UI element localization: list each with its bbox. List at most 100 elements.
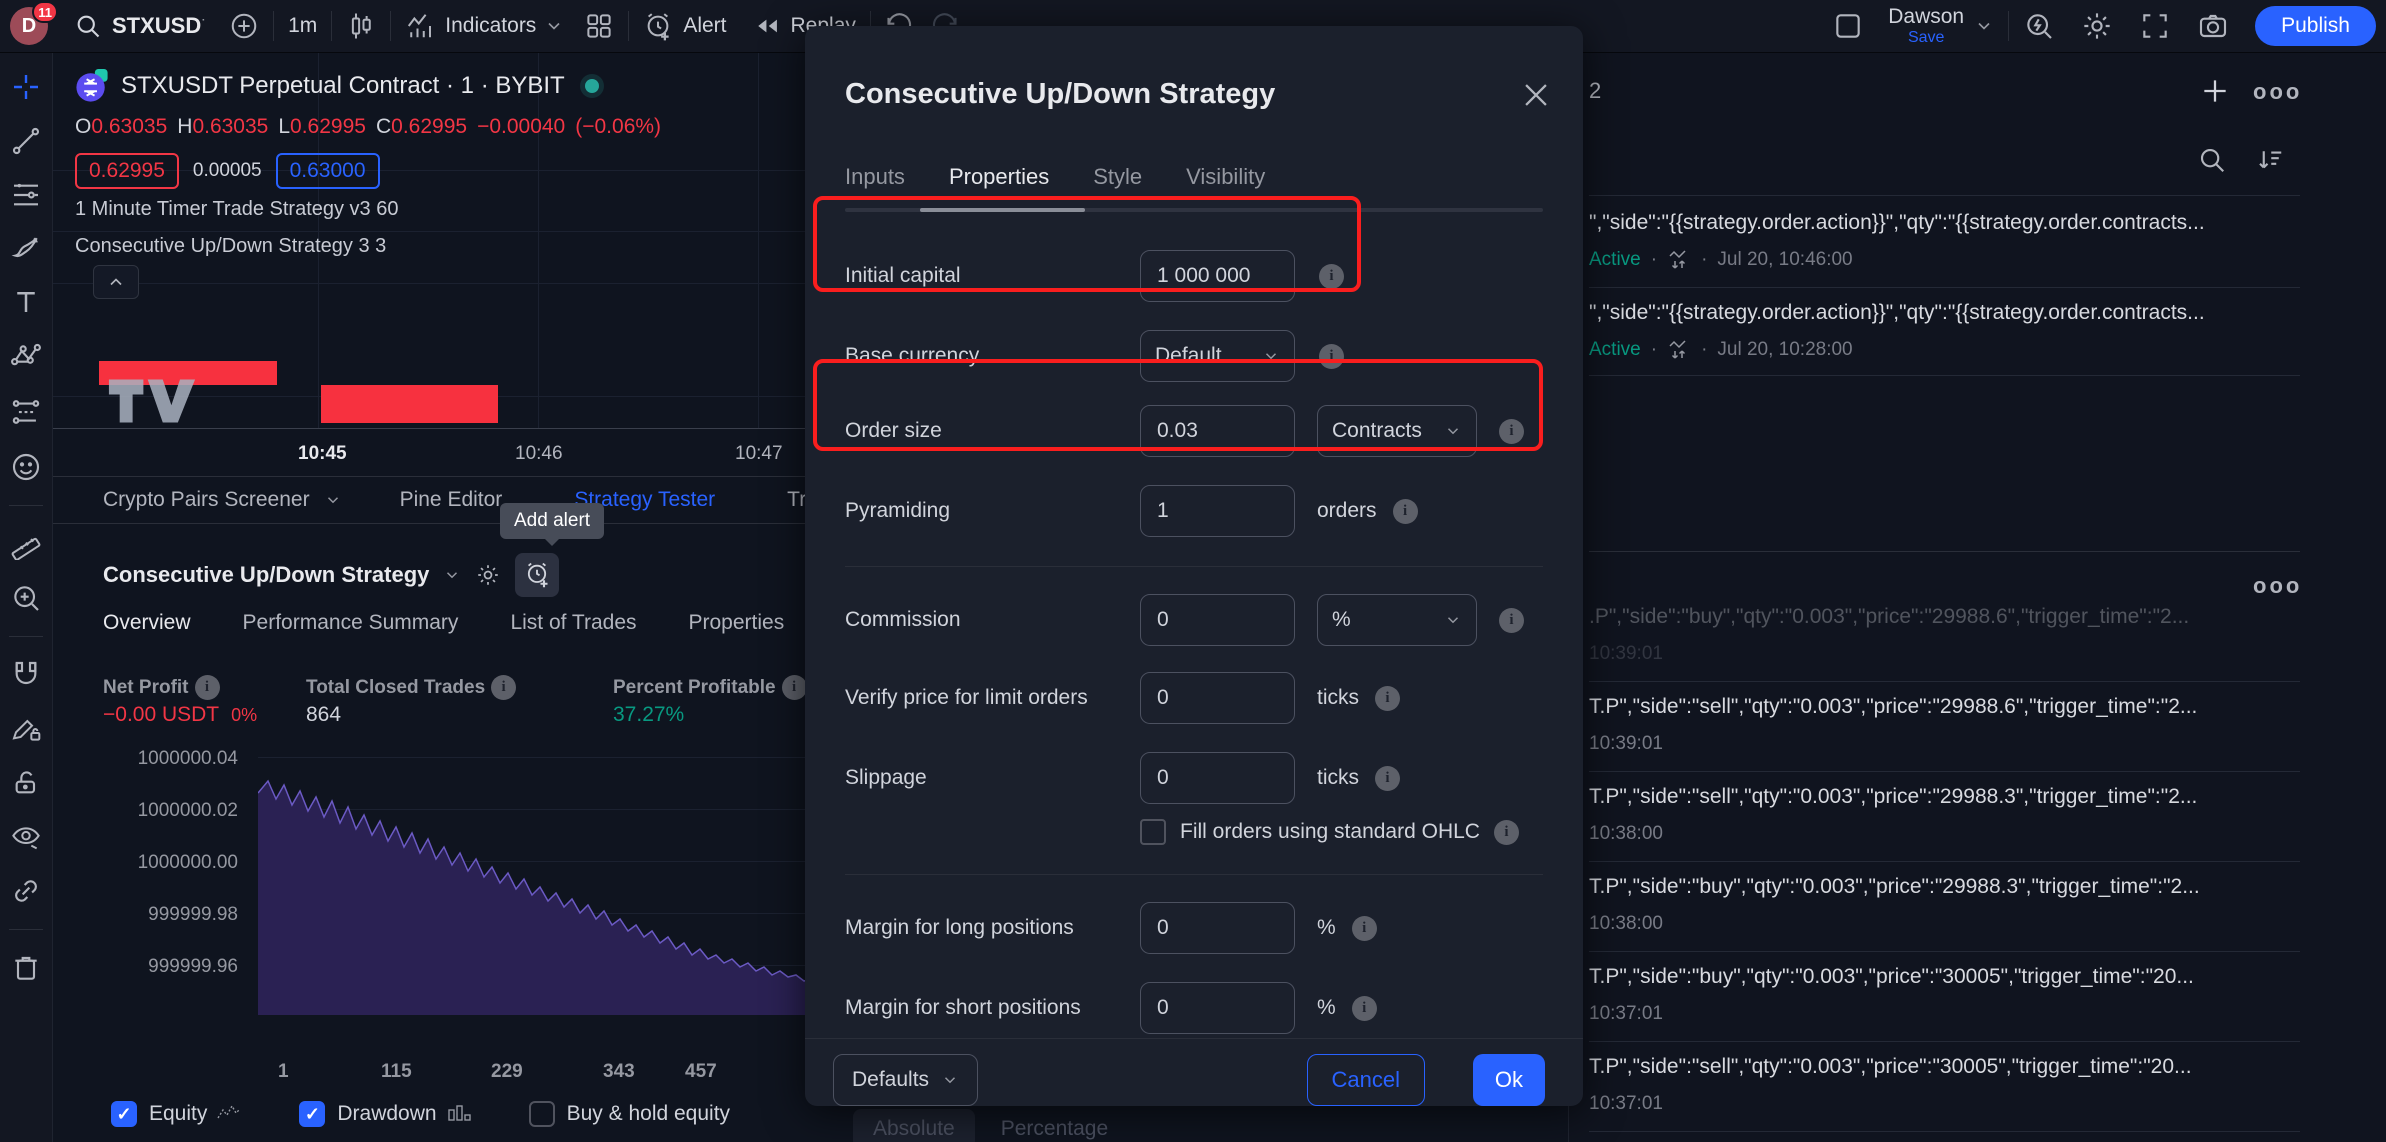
alert-button[interactable]: Alert [643,11,726,41]
initial-capital-input[interactable] [1140,250,1295,302]
candle-bar[interactable] [321,385,498,423]
fib-lines-icon[interactable] [10,179,42,211]
chart-style-icon[interactable] [346,11,376,41]
equity-checkbox[interactable] [111,1101,137,1127]
cancel-button[interactable]: Cancel [1307,1054,1425,1106]
drawing-lock-icon[interactable] [10,713,42,745]
base-currency-select[interactable]: Default [1140,330,1295,382]
tester-strategy-title[interactable]: Consecutive Up/Down Strategy [103,562,429,588]
trend-line-icon[interactable] [10,125,42,157]
log-time: 10:37:01 [1589,1003,1663,1025]
link-icon[interactable] [10,875,42,907]
layout-icon[interactable] [1832,10,1864,42]
info-icon[interactable]: i [1352,996,1377,1021]
bid-box[interactable]: 0.62995 [75,153,179,189]
snapshot-camera-icon[interactable] [2197,10,2229,42]
hide-drawings-icon[interactable] [10,821,42,853]
zoom-in-icon[interactable] [10,582,42,614]
strategy-settings-gear-icon[interactable] [475,562,501,588]
equity-drawdown-area-chart[interactable] [258,735,818,1015]
margin-short-input[interactable] [1140,982,1295,1034]
chevron-down-icon[interactable] [1974,16,1994,36]
tester-tab-performance[interactable]: Performance Summary [243,611,459,635]
layout-name-save[interactable]: Dawson Save [1888,5,1964,47]
tester-tab-trades[interactable]: List of Trades [510,611,636,635]
defaults-button[interactable]: Defaults [833,1054,978,1106]
info-icon[interactable]: i [1375,766,1400,791]
verify-price-input[interactable] [1140,672,1295,724]
trash-icon[interactable] [10,952,42,984]
slippage-input[interactable] [1140,752,1295,804]
ruler-icon[interactable] [10,528,42,560]
user-avatar[interactable]: D 11 [10,7,48,45]
add-alert-button[interactable] [515,553,559,597]
ok-button[interactable]: Ok [1473,1054,1545,1106]
dialog-tab-properties[interactable]: Properties [949,164,1049,190]
info-icon[interactable]: i [491,675,516,700]
commission-unit-select[interactable]: % [1317,594,1477,646]
text-tool-icon[interactable] [11,287,41,317]
margin-long-input[interactable] [1140,902,1295,954]
commission-input[interactable] [1140,594,1295,646]
mode-absolute-button[interactable]: Absolute [853,1109,975,1142]
crosshair-icon[interactable] [10,71,42,103]
tab-crypto-pairs-screener[interactable]: Crypto Pairs Screener [103,488,310,512]
row-order-size: Order size Contracts i [845,405,1543,457]
net-profit-value: −0.00 USDT [103,703,219,727]
chevron-down-icon[interactable] [324,491,342,509]
symbol-title[interactable]: STXUSDT Perpetual Contract · 1 · BYBIT [121,72,565,100]
alerts-more-icon[interactable]: ooo [2253,79,2302,105]
buy-hold-checkbox[interactable] [529,1101,555,1127]
dialog-tab-style[interactable]: Style [1093,164,1142,190]
dialog-tab-inputs[interactable]: Inputs [845,164,905,190]
market-status-dot[interactable] [585,79,599,93]
publish-button[interactable]: Publish [2255,6,2376,46]
close-icon[interactable] [1519,78,1553,112]
fullscreen-icon[interactable] [2139,10,2171,42]
unit-label: orders [1317,499,1377,523]
info-icon[interactable]: i [195,675,220,700]
info-icon[interactable]: i [1499,419,1524,444]
alerts-sort-icon[interactable] [2255,145,2285,175]
alerts-search-icon[interactable] [2197,145,2227,175]
emoji-icon[interactable] [10,451,42,483]
quick-search-icon[interactable] [2023,10,2055,42]
tab-pine-editor[interactable]: Pine Editor [400,488,503,512]
magnet-icon[interactable] [10,659,42,691]
info-icon[interactable]: i [1499,608,1524,633]
indicator-templates-icon[interactable] [584,11,614,41]
ask-box[interactable]: 0.63000 [276,153,380,189]
fill-ohlc-checkbox[interactable] [1140,819,1166,845]
overlay-strategy-2[interactable]: Consecutive Up/Down Strategy 3 3 [75,235,386,258]
pyramiding-input[interactable] [1140,485,1295,537]
info-icon[interactable]: i [1375,686,1400,711]
prediction-tool-icon[interactable] [9,395,43,429]
save-link[interactable]: Save [1888,29,1964,47]
order-size-unit-select[interactable]: Contracts [1317,405,1477,457]
info-icon[interactable]: i [1393,499,1418,524]
create-alert-plus-icon[interactable] [2199,75,2231,107]
chevron-down-icon[interactable] [443,566,461,584]
info-icon[interactable]: i [1319,344,1344,369]
settings-gear-icon[interactable] [2081,10,2113,42]
tester-tab-overview[interactable]: Overview [103,611,191,635]
mode-percentage-button[interactable]: Percentage [1001,1117,1108,1141]
brush-icon[interactable] [10,233,42,265]
order-size-input[interactable] [1140,405,1295,457]
pattern-xabcd-icon[interactable] [9,339,43,373]
interval-button[interactable]: 1m [288,14,317,38]
drawdown-checkbox[interactable] [299,1101,325,1127]
symbol-search[interactable]: STXUSD ˙ [74,12,207,40]
collapse-overlays-button[interactable] [93,265,139,299]
add-symbol-icon[interactable] [229,11,259,41]
overlay-strategy-1[interactable]: 1 Minute Timer Trade Strategy v3 60 [75,198,399,221]
info-icon[interactable]: i [1494,820,1519,845]
dialog-tab-visibility[interactable]: Visibility [1186,164,1265,190]
lock-icon[interactable] [10,767,42,799]
info-icon[interactable]: i [782,675,807,700]
tester-tab-properties[interactable]: Properties [689,611,785,635]
info-icon[interactable]: i [1352,916,1377,941]
log-more-icon[interactable]: ooo [2253,573,2302,599]
indicators-button[interactable]: Indicators [405,11,564,41]
info-icon[interactable]: i [1319,264,1344,289]
